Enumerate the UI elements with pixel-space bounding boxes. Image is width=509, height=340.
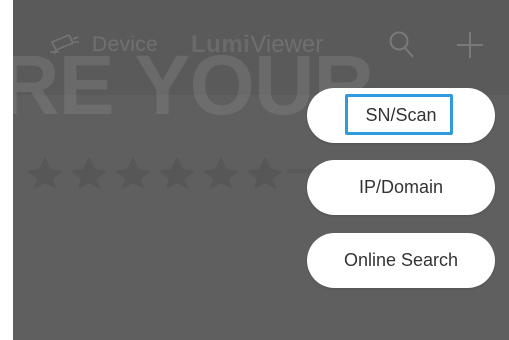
ip-domain-label: IP/Domain bbox=[358, 177, 444, 197]
sn-scan-label: SN/Scan bbox=[365, 105, 437, 125]
sn-scan-button[interactable]: SN/Scan bbox=[307, 88, 495, 143]
add-icon[interactable] bbox=[455, 30, 485, 60]
search-icon[interactable] bbox=[388, 30, 416, 60]
ip-domain-button[interactable]: IP/Domain bbox=[307, 160, 495, 215]
online-search-button[interactable]: Online Search bbox=[307, 233, 495, 288]
online-search-label: Online Search bbox=[343, 250, 459, 270]
app-screen: Device LumiViewer RE YOUR SN/Scan IP/Dom… bbox=[13, 0, 509, 340]
